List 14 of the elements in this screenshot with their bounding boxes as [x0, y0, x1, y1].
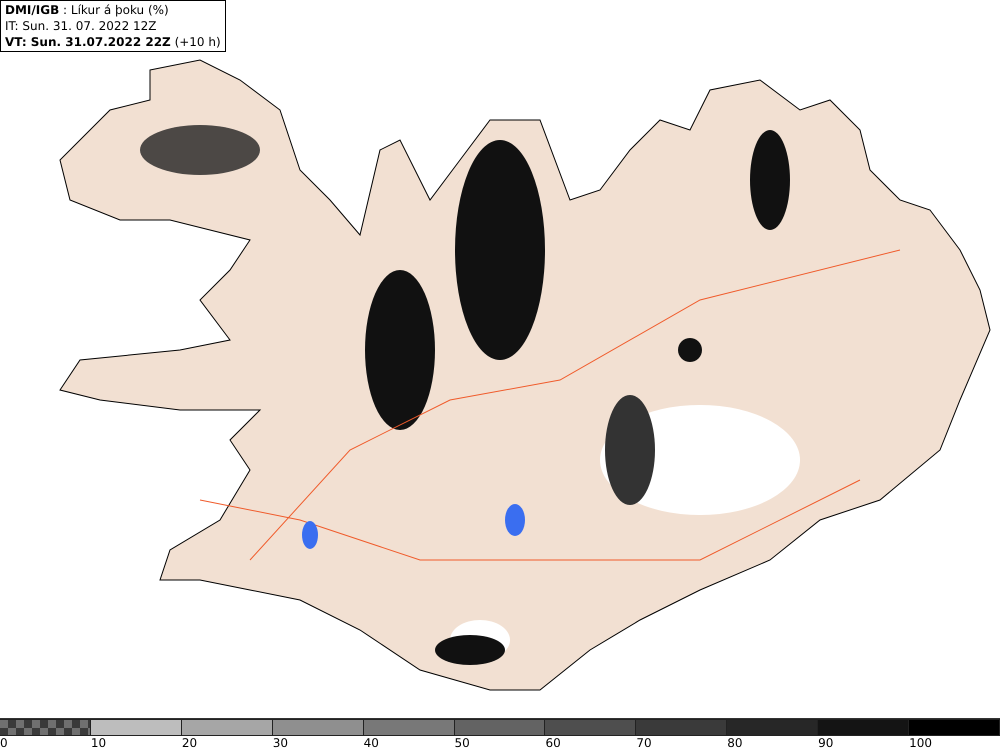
info-text: VT: Sun. 31.07.2022 22Z (+10 h) — [5, 34, 221, 50]
legend-label: 100 — [909, 736, 932, 750]
legend-label: 60 — [545, 736, 561, 750]
legend-label: 70 — [636, 736, 652, 750]
legend-label: 50 — [454, 736, 470, 750]
legend-label: 20 — [182, 736, 198, 750]
legend-label: 40 — [364, 736, 379, 750]
info-text: IT: Sun. 31. 07. 2022 12Z — [5, 18, 158, 34]
info-text: DMI/IGB : Líkur á þoku (%) — [5, 2, 170, 18]
legend-label: 10 — [90, 736, 106, 750]
legend-label: 80 — [727, 736, 743, 750]
legend-label: 30 — [272, 736, 288, 750]
legend-label: 90 — [818, 736, 834, 750]
legend-label: 0 — [0, 736, 8, 750]
